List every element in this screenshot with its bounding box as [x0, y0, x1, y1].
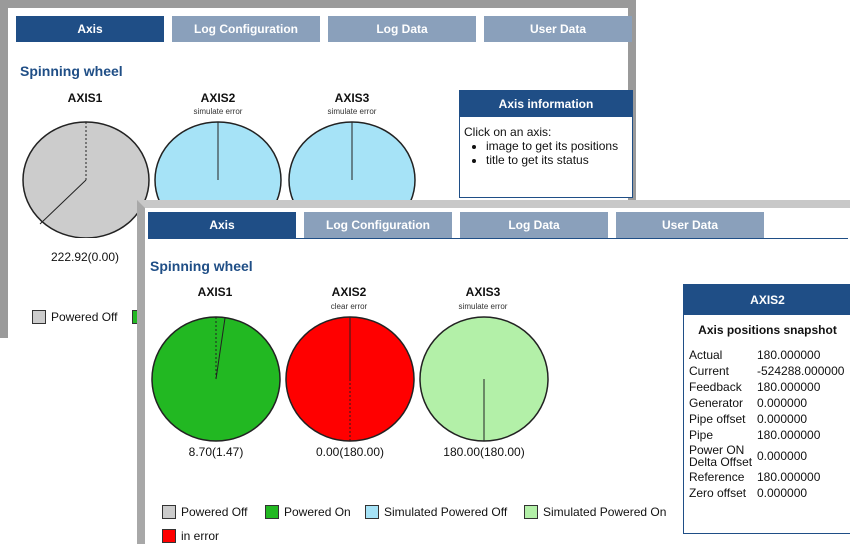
snapshot-subtitle: Axis positions snapshot: [698, 323, 837, 337]
back-axis1-value: 222.92(0.00): [50, 250, 120, 264]
legend-label: Simulated Powered Off: [384, 505, 508, 519]
swatch-simulated-powered-on: [524, 505, 538, 519]
front-tab-bar: Axis Log Configuration Log Data User Dat…: [148, 212, 764, 238]
axis2-value: 0.00(180.00): [315, 445, 385, 459]
snapshot-key: Power ON Delta Offset: [689, 443, 753, 469]
snapshot-key: Generator: [689, 396, 744, 410]
axis-snapshot-panel: AXIS2 Axis positions snapshot Actual 180.…: [683, 284, 850, 534]
axis3-value: 180.00(180.00): [443, 445, 525, 459]
axis3-title[interactable]: AXIS3: [413, 285, 553, 299]
snapshot-key: Current: [689, 364, 730, 378]
table-row: Reference 180.000000: [689, 469, 848, 485]
snapshot-key: Actual: [689, 348, 723, 362]
table-row: Pipe offset 0.000000: [689, 411, 848, 427]
snapshot-value: 0.000000: [757, 486, 808, 500]
snapshot-value: 180.000000: [757, 428, 821, 442]
back-axis3-title[interactable]: AXIS3: [282, 91, 422, 105]
table-row: Pipe 180.000000: [689, 427, 848, 443]
axis2-title[interactable]: AXIS2: [279, 285, 419, 299]
back-tab-log-data[interactable]: Log Data: [328, 16, 476, 42]
back-axis1-title[interactable]: AXIS1: [15, 91, 155, 105]
back-tab-axis[interactable]: Axis: [16, 16, 164, 42]
legend-label: Powered On: [284, 505, 351, 519]
snapshot-title: AXIS2: [684, 285, 850, 315]
snapshot-key: Reference: [689, 470, 745, 484]
snapshot-value: 180.000000: [757, 380, 821, 394]
table-row: Power ON Delta Offset 0.000000: [689, 443, 848, 469]
axis2-wheel[interactable]: [285, 316, 415, 444]
legend-label: Powered Off: [181, 505, 248, 519]
axis-info-intro: Click on an axis:: [464, 125, 552, 139]
back-tab-user-data[interactable]: User Data: [484, 16, 632, 42]
swatch-simulated-powered-off: [365, 505, 379, 519]
back-axis1-wheel[interactable]: [22, 120, 150, 238]
snapshot-value: 0.000000: [757, 412, 808, 426]
axis3-wheel[interactable]: [419, 316, 549, 444]
swatch-powered-off: [162, 505, 176, 519]
snapshot-value: -524288.000000: [757, 364, 845, 378]
snapshot-value: 180.000000: [757, 470, 821, 484]
back-axis3-subtitle[interactable]: simulate error: [282, 107, 422, 116]
axis1-value: 8.70(1.47): [188, 445, 244, 459]
legend-label: Powered Off: [51, 310, 118, 324]
swatch-in-error: [162, 529, 176, 543]
snapshot-key: Pipe: [689, 428, 714, 442]
axis3-subtitle[interactable]: simulate error: [413, 302, 553, 311]
legend: Powered Off Powered On Simulated Powered…: [162, 505, 682, 543]
snapshot-key: Feedback: [689, 380, 742, 394]
back-section-title: Spinning wheel: [20, 63, 123, 79]
table-row: Generator 0.000000: [689, 395, 848, 411]
tab-user-data[interactable]: User Data: [616, 212, 764, 238]
back-tab-log-configuration[interactable]: Log Configuration: [172, 16, 320, 42]
snapshot-key: Pipe offset: [689, 412, 746, 426]
table-row: Current -524288.000000: [689, 363, 848, 379]
tab-axis[interactable]: Axis: [148, 212, 296, 238]
legend-label: in error: [181, 529, 220, 543]
legend-label: Simulated Powered On: [543, 505, 667, 519]
axis1-title[interactable]: AXIS1: [145, 285, 285, 299]
section-title: Spinning wheel: [150, 258, 253, 274]
axis2-subtitle[interactable]: clear error: [279, 302, 419, 311]
snapshot-value: 0.000000: [757, 396, 808, 410]
axis-info-title: Axis information: [460, 91, 632, 117]
table-row: Feedback 180.000000: [689, 379, 848, 395]
snapshot-key: Zero offset: [689, 486, 747, 500]
axis-info-item: title to get its status: [486, 153, 628, 167]
swatch-powered-on: [265, 505, 279, 519]
back-axis2-title[interactable]: AXIS2: [148, 91, 288, 105]
back-window-edge: [0, 8, 8, 338]
tab-underline: [148, 238, 848, 239]
axis1-wheel[interactable]: [151, 316, 281, 444]
axis-info-item: image to get its positions: [486, 139, 628, 153]
table-row: Zero offset 0.000000: [689, 485, 848, 501]
snapshot-value: 0.000000: [757, 449, 808, 463]
axis-info-box: Axis information Click on an axis: image…: [459, 90, 633, 198]
snapshot-table: Actual 180.000000 Current -524288.000000 F…: [689, 347, 848, 501]
swatch-powered-off: [32, 310, 46, 324]
back-axis2-subtitle[interactable]: simulate error: [148, 107, 288, 116]
back-tab-bar: Axis Log Configuration Log Data User Dat…: [16, 16, 632, 42]
tab-log-data[interactable]: Log Data: [460, 212, 608, 238]
snapshot-value: 180.000000: [757, 348, 821, 362]
tab-log-configuration[interactable]: Log Configuration: [304, 212, 452, 238]
table-row: Actual 180.000000: [689, 347, 848, 363]
